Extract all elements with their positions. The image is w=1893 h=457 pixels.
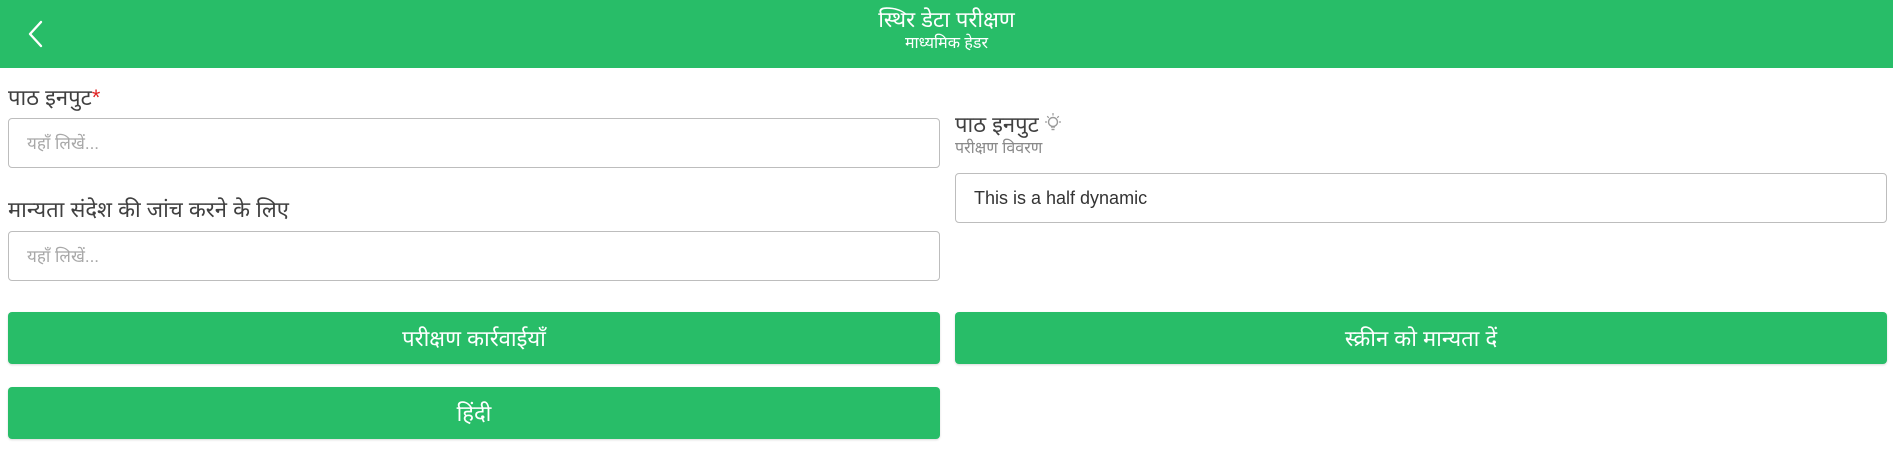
validation-input-field[interactable] <box>8 231 940 281</box>
text-input-2-field[interactable] <box>955 173 1887 223</box>
text-input-2-label-text: पाठ इनपुट <box>955 112 1039 137</box>
text-input-field[interactable] <box>8 118 940 168</box>
test-actions-button[interactable]: परीक्षण कार्रवाईयाँ <box>8 312 940 364</box>
text-input-label: पाठ इनपुट* <box>8 82 100 112</box>
header-titles: स्थिर डेटा परीक्षण माध्यमिक हेडर <box>0 6 1893 54</box>
top-app-bar: स्थिर डेटा परीक्षण माध्यमिक हेडर <box>0 0 1893 68</box>
page-subtitle: माध्यमिक हेडर <box>904 35 989 52</box>
validation-input-label: मान्यता संदेश की जांच करने के लिए <box>8 197 289 222</box>
text-input-2-description: परीक्षण विवरण <box>955 140 1043 157</box>
page-title: स्थिर डेटा परीक्षण <box>878 7 1015 32</box>
hindi-language-button[interactable]: हिंदी <box>8 387 940 439</box>
lightbulb-icon[interactable] <box>1043 112 1063 140</box>
required-marker: * <box>91 85 101 110</box>
text-input-label-text: पाठ इनपुट <box>8 85 92 110</box>
validate-screen-button[interactable]: स्क्रीन को मान्यता दें <box>955 312 1887 364</box>
